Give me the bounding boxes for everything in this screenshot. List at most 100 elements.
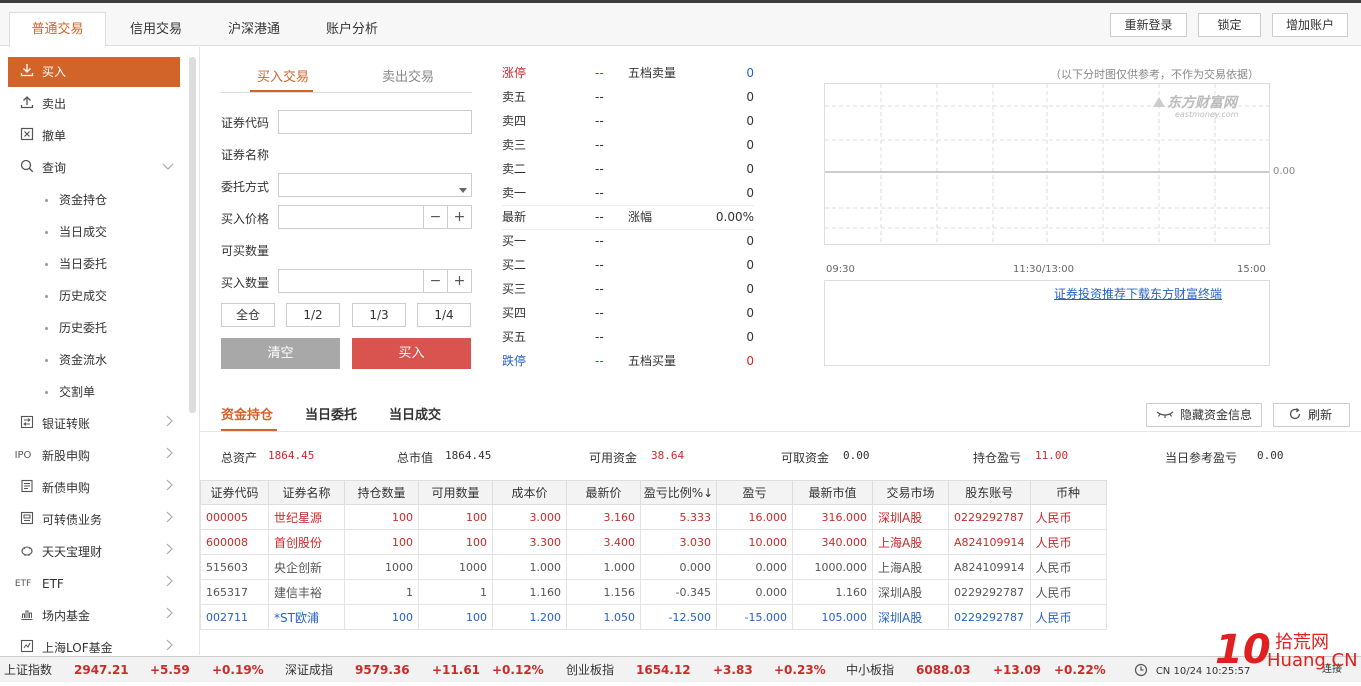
sidebar-sub-today-deals[interactable]: 当日成交	[45, 217, 107, 247]
sidebar-sub-history-orders[interactable]: 历史委托	[45, 313, 107, 343]
sidebar-item-lof-fund[interactable]: 上海LOF基金	[8, 633, 180, 655]
table-cell: A824109914	[948, 554, 1031, 580]
ticker-index-name[interactable]: 上证指数	[4, 657, 52, 683]
ticker-index-name[interactable]: 深证成指	[285, 657, 333, 683]
table-cell: 100	[344, 504, 419, 530]
chevron-right-icon	[166, 569, 174, 599]
quote-row-price[interactable]: --	[595, 325, 604, 349]
column-header[interactable]: 证券名称	[268, 480, 345, 505]
tab-hk-connect[interactable]: 沪深港通	[210, 13, 298, 46]
chart-x-label-open: 09:30	[826, 264, 855, 275]
ticker-index-pct: +0.22%	[1054, 663, 1106, 677]
sidebar-item-buy[interactable]: 买入	[8, 57, 180, 87]
column-header[interactable]: 股东账号	[948, 480, 1031, 505]
table-row[interactable]: 002711 *ST欧浦 100 100 1.200 1.050 -12.500 -15.00…	[200, 604, 1107, 630]
full-position-button[interactable]: 全仓	[221, 303, 275, 327]
add-account-button[interactable]: 增加账户	[1272, 13, 1348, 37]
tab-credit-trade[interactable]: 信用交易	[112, 13, 200, 46]
table-cell: -12.500	[640, 604, 717, 630]
quote-row-price[interactable]: --	[595, 133, 604, 157]
qty-minus-button[interactable]: −	[424, 269, 448, 293]
quote-row-price[interactable]: --	[595, 277, 604, 301]
price-minus-button[interactable]: −	[424, 205, 448, 229]
tab-today-orders[interactable]: 当日委托	[305, 404, 357, 423]
qty-input[interactable]	[278, 269, 424, 293]
ticker-index-name[interactable]: 创业板指	[566, 657, 614, 683]
table-cell: 600008	[200, 529, 269, 555]
sidebar-item-new-bond[interactable]: 新债申购	[8, 473, 180, 503]
tab-positions[interactable]: 资金持仓	[221, 404, 273, 423]
ticker-index-name[interactable]: 中小板指	[846, 657, 894, 683]
quote-row-price[interactable]: --	[595, 205, 604, 229]
sidebar-item-convertible[interactable]: 可转债业务	[8, 505, 180, 535]
column-header[interactable]: 成本价	[492, 480, 567, 505]
column-header[interactable]: 持仓数量	[344, 480, 419, 505]
sidebar-scrollbar[interactable]	[189, 57, 196, 413]
tab-sell-trade[interactable]: 卖出交易	[382, 66, 434, 85]
column-header[interactable]: 交易市场	[872, 480, 949, 505]
table-row[interactable]: 515603 央企创新 1000 1000 1.000 1.000 0.000 0.000 10…	[200, 554, 1107, 580]
tab-today-deals[interactable]: 当日成交	[389, 404, 441, 423]
sidebar-sub-positions[interactable]: 资金持仓	[45, 185, 107, 215]
quote-row-price[interactable]: --	[595, 157, 604, 181]
watermark-domain: Huang.CN	[1267, 650, 1358, 671]
column-header[interactable]: 盈亏	[716, 480, 793, 505]
ticker-index-change: +5.59	[150, 663, 190, 677]
sidebar-item-ttb[interactable]: 天天宝理财	[8, 537, 180, 567]
lock-button[interactable]: 锁定	[1198, 13, 1261, 37]
sidebar-item-exchange-fund[interactable]: 场内基金	[8, 601, 180, 631]
sidebar-item-ipo[interactable]: IPO 新股申购	[8, 441, 180, 471]
refresh-button[interactable]: 刷新	[1273, 403, 1350, 427]
table-cell: 世纪星源	[268, 504, 345, 530]
sidebar-item-etf[interactable]: ETF ETF	[8, 569, 180, 599]
code-input[interactable]	[278, 110, 472, 134]
clear-button[interactable]: 清空	[221, 338, 340, 369]
quote-row-price[interactable]: --	[595, 301, 604, 325]
tab-buy-trade[interactable]: 买入交易	[257, 66, 309, 85]
quote-row-qty: 0.00%	[715, 210, 754, 224]
third-position-button[interactable]: 1/3	[352, 303, 406, 327]
tab-account-analysis[interactable]: 账户分析	[308, 13, 396, 46]
buy-submit-button[interactable]: 买入	[352, 338, 471, 369]
table-cell: 1	[418, 579, 493, 605]
quote-row-price[interactable]: --	[595, 253, 604, 277]
sidebar-sub-settlement[interactable]: 交割单	[45, 377, 95, 407]
table-cell: 3.160	[566, 504, 641, 530]
sidebar-item-query[interactable]: 查询	[8, 153, 180, 183]
table-row[interactable]: 165317 建信丰裕 1 1 1.160 1.156 -0.345 0.000 1.160 深圳…	[200, 579, 1107, 605]
column-header[interactable]: 最新价	[566, 480, 641, 505]
quarter-position-button[interactable]: 1/4	[417, 303, 471, 327]
hide-funds-button[interactable]: 隐藏资金信息	[1146, 403, 1262, 427]
sidebar-item-sell[interactable]: 卖出	[8, 89, 180, 119]
order-method-select[interactable]	[278, 173, 472, 197]
column-header[interactable]: 证券代码	[200, 480, 269, 505]
quote-row-price[interactable]: --	[595, 85, 604, 109]
table-row[interactable]: 600008 首创股份 100 100 3.300 3.400 3.030 10.000 340…	[200, 529, 1107, 555]
quote-row-price[interactable]: --	[595, 181, 604, 205]
quote-row-price[interactable]: --	[595, 229, 604, 253]
price-plus-button[interactable]: +	[448, 205, 472, 229]
relogin-button[interactable]: 重新登录	[1110, 13, 1187, 37]
qty-plus-button[interactable]: +	[448, 269, 472, 293]
sidebar-item-bank-transfer[interactable]: 银证转账	[8, 409, 180, 439]
sidebar-item-cancel[interactable]: 撤单	[8, 121, 180, 151]
download-terminal-link[interactable]: 证券投资推荐下载东方财富终端	[1054, 285, 1222, 302]
table-cell: 002711	[200, 604, 269, 630]
column-header[interactable]: 盈亏比例%↓	[640, 480, 717, 505]
column-header[interactable]: 可用数量	[418, 480, 493, 505]
column-header[interactable]: 最新市值	[792, 480, 873, 505]
sidebar-sub-cash-flow[interactable]: 资金流水	[45, 345, 107, 375]
tab-normal-trade[interactable]: 普通交易	[9, 12, 106, 47]
quote-row-price[interactable]: --	[595, 61, 604, 85]
convertible-bond-icon	[18, 505, 36, 535]
sidebar-sub-today-orders[interactable]: 当日委托	[45, 249, 107, 279]
quote-row-price[interactable]: --	[595, 349, 604, 373]
table-row[interactable]: 000005 世纪星源 100 100 3.000 3.160 5.333 16.000 316…	[200, 504, 1107, 530]
table-cell: 5.333	[640, 504, 717, 530]
column-header[interactable]: 币种	[1029, 480, 1107, 505]
sidebar-sub-history-deals[interactable]: 历史成交	[45, 281, 107, 311]
half-position-button[interactable]: 1/2	[286, 303, 340, 327]
table-cell: 100	[418, 604, 493, 630]
quote-row-price[interactable]: --	[595, 109, 604, 133]
price-input[interactable]	[278, 205, 424, 229]
